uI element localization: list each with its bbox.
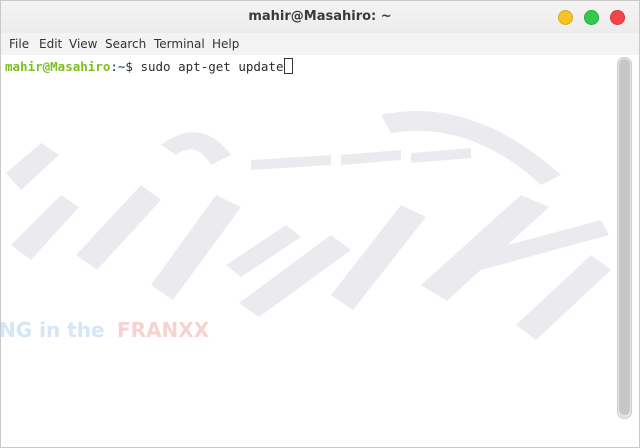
menu-help[interactable]: Help — [212, 37, 239, 51]
minimize-button[interactable] — [558, 10, 573, 25]
prompt-line: mahir@Masahiro:~$ sudo apt-get update — [5, 58, 294, 74]
prompt-separator: : — [110, 59, 118, 74]
terminal-window: mahir@Masahiro: ~ File Edit View Search … — [0, 0, 640, 448]
background-watermark: NG in the FRANXX — [1, 111, 611, 342]
scrollbar-thumb[interactable] — [619, 59, 630, 415]
terminal-area[interactable]: NG in the FRANXX mahir@Masahiro:~$ sudo … — [1, 55, 639, 447]
menu-search[interactable]: Search — [105, 37, 146, 51]
window-title: mahir@Masahiro: ~ — [248, 9, 392, 24]
watermark-text-2: FRANXX — [117, 318, 210, 342]
menu-terminal[interactable]: Terminal — [154, 37, 205, 51]
menu-file[interactable]: File — [9, 37, 29, 51]
menu-view[interactable]: View — [69, 37, 97, 51]
vertical-scrollbar[interactable] — [617, 57, 632, 419]
prompt-user: mahir@Masahiro — [5, 59, 111, 74]
close-button[interactable] — [610, 10, 625, 25]
title-bar[interactable]: mahir@Masahiro: ~ — [1, 1, 639, 33]
maximize-button[interactable] — [584, 10, 599, 25]
menu-edit[interactable]: Edit — [39, 37, 62, 51]
menu-bar: File Edit View Search Terminal Help — [1, 33, 639, 55]
prompt-symbol: $ — [125, 59, 141, 74]
watermark-text-1: NG in the — [1, 318, 105, 342]
command-text: sudo apt-get update — [140, 59, 284, 74]
text-cursor — [284, 58, 294, 74]
